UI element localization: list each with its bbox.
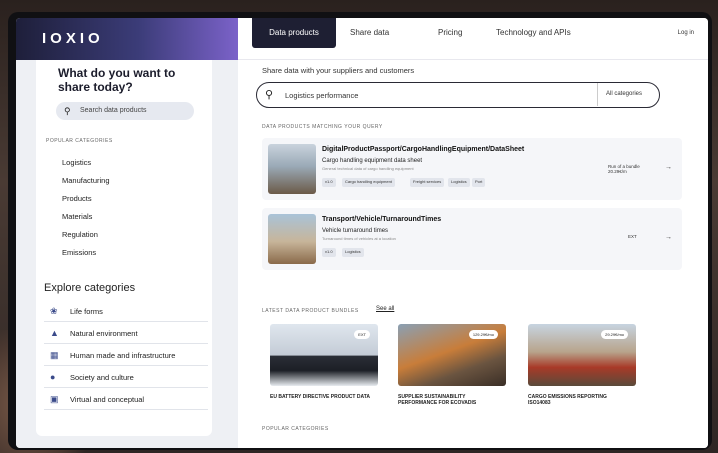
- product-tag: Logistics: [448, 178, 470, 187]
- building-icon: ▦: [50, 350, 59, 360]
- explore-item-life-forms[interactable]: ❀ Life forms: [44, 300, 208, 322]
- sidebar-search-input[interactable]: ⚲ Search data products: [56, 102, 194, 120]
- category-manufacturing[interactable]: Manufacturing: [62, 176, 110, 185]
- bundle-title: SUPPLIER SUSTAINABILITY PERFORMANCE FOR …: [398, 394, 477, 406]
- arrow-right-icon[interactable]: →: [665, 234, 672, 241]
- category-logistics[interactable]: Logistics: [62, 158, 91, 167]
- bundle-badge: 129.29€/mo: [468, 330, 498, 339]
- product-price: EXT: [628, 234, 637, 239]
- search-icon: ⚲: [64, 106, 71, 116]
- see-all-link[interactable]: See all: [376, 306, 394, 312]
- category-emissions[interactable]: Emissions: [62, 248, 96, 257]
- bundle-title: CARGO EMISSIONS REPORTING ISO14083: [528, 394, 607, 406]
- product-tag: v1.0: [322, 178, 336, 187]
- product-description: Turnaround times of vehicles at a locati…: [322, 236, 396, 241]
- bundle-card[interactable]: 129.29€/mo SUPPLIER SUSTAINABILITY PERFO…: [398, 324, 506, 406]
- bundle-card[interactable]: 29.29€/mo CARGO EMISSIONS REPORTING ISO1…: [528, 324, 636, 406]
- category-products[interactable]: Products: [62, 194, 92, 203]
- browser-screen: IOXIO Data products Share data Pricing T…: [16, 18, 708, 448]
- category-materials[interactable]: Materials: [62, 212, 92, 221]
- product-card[interactable]: DigitalProductPassport/CargoHandlingEqui…: [262, 138, 682, 200]
- product-tag: Freight services: [410, 178, 445, 187]
- category-regulation[interactable]: Regulation: [62, 230, 98, 239]
- product-card[interactable]: Transport/Vehicle/TurnaroundTimes Vehicl…: [262, 208, 682, 270]
- explore-item-virtual-conceptual[interactable]: ▣ Virtual and conceptual: [44, 388, 208, 410]
- explore-categories-title: Explore categories: [44, 282, 136, 294]
- mountain-icon: ▲: [50, 328, 59, 338]
- sidebar-title: What do you want to share today?: [58, 66, 176, 94]
- sidebar: What do you want to share today? ⚲ Searc…: [16, 60, 238, 448]
- arrow-right-icon[interactable]: →: [665, 164, 672, 171]
- people-icon: ●: [50, 372, 56, 382]
- explore-item-label: Human made and infrastructure: [70, 351, 176, 360]
- product-thumbnail: [268, 144, 316, 194]
- product-tag: Port: [472, 178, 486, 187]
- search-icon: ⚲: [265, 89, 274, 101]
- tab-share-data[interactable]: Share data: [350, 28, 389, 37]
- search-value: Logistics performance: [285, 91, 359, 100]
- explore-item-human-made[interactable]: ▦ Human made and infrastructure: [44, 344, 208, 366]
- explore-item-natural-environment[interactable]: ▲ Natural environment: [44, 322, 208, 344]
- tab-pricing[interactable]: Pricing: [438, 28, 462, 37]
- product-tag: v1.0: [322, 248, 336, 257]
- bundle-badge: EXT: [354, 330, 370, 339]
- bundle-badge: 29.29€/mo: [601, 330, 628, 339]
- explore-item-society-culture[interactable]: ● Society and culture: [44, 366, 208, 388]
- main-subtitle: Share data with your suppliers and custo…: [262, 66, 415, 75]
- cube-icon: ▣: [50, 394, 59, 404]
- product-subtitle: Cargo handling equipment data sheet: [322, 158, 423, 164]
- main-search-input[interactable]: ⚲ Logistics performance All categories: [256, 82, 660, 108]
- popular-categories-bottom-label: POPULAR CATEGORIES: [262, 426, 329, 432]
- product-price: Run of a bundle 20.29€/m: [608, 164, 640, 174]
- explore-item-label: Natural environment: [70, 329, 138, 338]
- product-subtitle: Vehicle turnaround times: [322, 228, 389, 234]
- results-label: DATA PRODUCTS MATCHING YOUR QUERY: [262, 124, 383, 130]
- explore-item-label: Virtual and conceptual: [70, 395, 145, 404]
- search-placeholder: Search data products: [80, 107, 147, 114]
- product-tag: Cargo handling equipment: [342, 178, 395, 187]
- popular-categories-label: POPULAR CATEGORIES: [46, 138, 113, 144]
- leaf-icon: ❀: [50, 306, 58, 316]
- top-nav: Data products Share data Pricing Technol…: [238, 18, 708, 60]
- brand-bar: IOXIO: [16, 18, 238, 60]
- tab-technology-apis[interactable]: Technology and APIs: [496, 28, 571, 37]
- ioxio-logo[interactable]: IOXIO: [42, 30, 104, 47]
- sidebar-card: What do you want to share today? ⚲ Searc…: [36, 60, 212, 436]
- product-title: Transport/Vehicle/TurnaroundTimes: [322, 216, 442, 223]
- tab-data-products[interactable]: Data products: [252, 18, 336, 48]
- explore-item-label: Life forms: [70, 307, 103, 316]
- category-select[interactable]: All categories: [597, 83, 659, 106]
- bundle-card[interactable]: EXT EU BATTERY DIRECTIVE PRODUCT DATA: [270, 324, 378, 400]
- login-link[interactable]: Log in: [678, 30, 694, 36]
- bundle-title: EU BATTERY DIRECTIVE PRODUCT DATA: [270, 394, 371, 400]
- product-description: General technical data of cargo handling…: [322, 166, 414, 171]
- bundles-label: LATEST DATA PRODUCT BUNDLES: [262, 308, 359, 314]
- bundle-image: 129.29€/mo: [398, 324, 506, 386]
- bundle-image: 29.29€/mo: [528, 324, 636, 386]
- main-content: Share data with your suppliers and custo…: [238, 60, 708, 448]
- bundle-image: EXT: [270, 324, 378, 386]
- product-tag: Logistics: [342, 248, 364, 257]
- explore-item-label: Society and culture: [70, 373, 134, 382]
- product-title: DigitalProductPassport/CargoHandlingEqui…: [322, 146, 525, 153]
- product-thumbnail: [268, 214, 316, 264]
